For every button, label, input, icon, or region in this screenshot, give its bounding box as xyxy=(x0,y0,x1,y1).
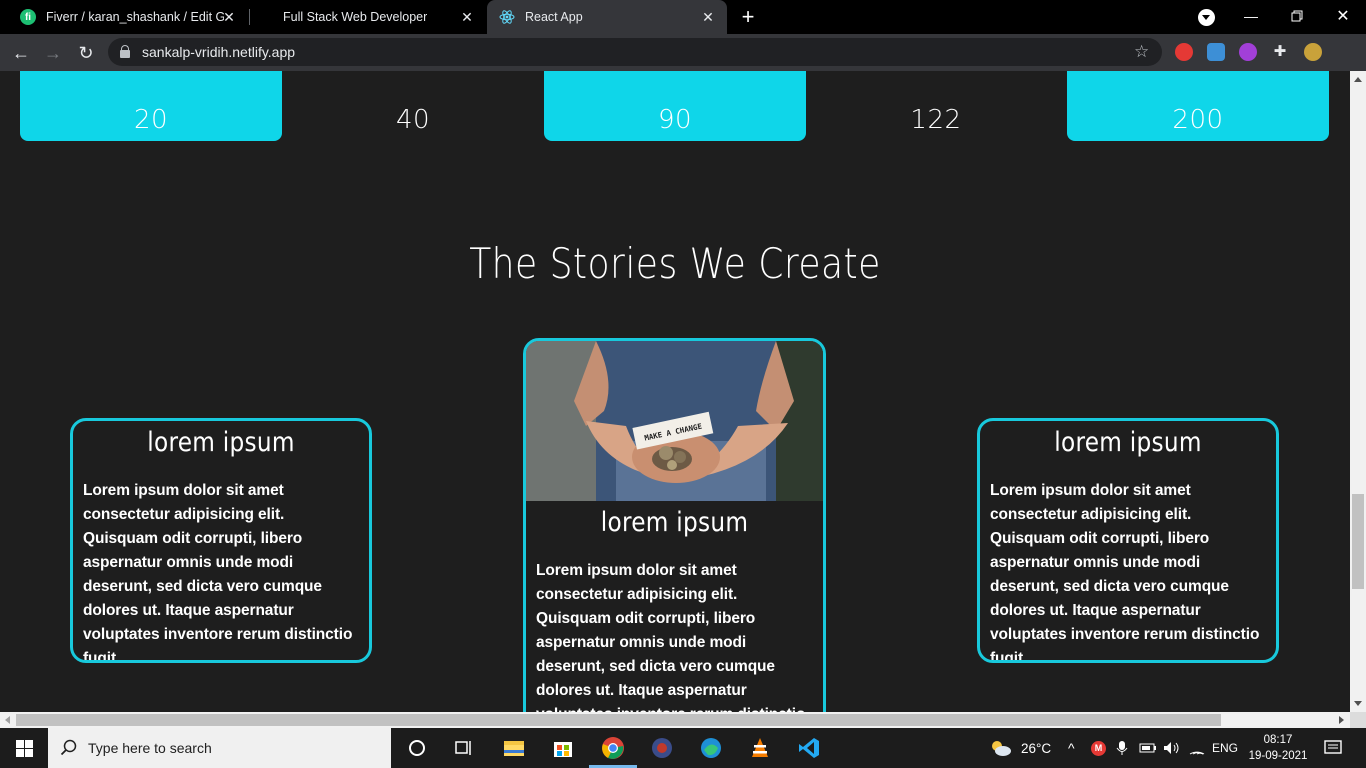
scroll-up-arrow-icon[interactable] xyxy=(1354,77,1362,82)
stat-number: 20 xyxy=(133,105,169,135)
story-card[interactable]: lorem ipsum Lorem ipsum dolor sit amet c… xyxy=(977,418,1279,663)
url-text[interactable]: sankalp-vridih.netlify.app xyxy=(142,44,295,60)
tab-fiverr[interactable]: fi Fiverr / karan_shashank / Edit Gig ✕ xyxy=(8,0,248,34)
tab-search-icon[interactable] xyxy=(1198,9,1215,26)
vertical-scrollbar[interactable] xyxy=(1350,71,1366,712)
close-icon[interactable]: ✕ xyxy=(460,10,474,24)
taskbar-search-box[interactable]: Type here to search xyxy=(48,728,391,768)
clock[interactable]: 08:17 19-09-2021 xyxy=(1248,732,1308,764)
profile-avatar[interactable] xyxy=(1304,43,1322,61)
tab-title: Fiverr / karan_shashank / Edit Gig xyxy=(46,10,224,24)
story-card-title: lorem ipsum xyxy=(600,507,749,538)
search-icon xyxy=(60,739,77,756)
cortana-icon[interactable] xyxy=(405,736,429,760)
vlc-icon[interactable] xyxy=(748,736,772,760)
close-icon[interactable]: ✕ xyxy=(222,10,236,24)
microphone-icon[interactable] xyxy=(1116,728,1128,768)
show-hidden-icons-chevron-icon[interactable]: ^ xyxy=(1068,728,1075,768)
fiverr-icon: fi xyxy=(20,9,36,25)
page-viewport: 20 40 90 122 200 The Stories We Create l… xyxy=(0,71,1350,712)
language-indicator[interactable]: ENG xyxy=(1212,728,1238,768)
scrollbar-thumb[interactable] xyxy=(16,714,1221,726)
close-icon[interactable]: ✕ xyxy=(701,10,715,24)
react-icon xyxy=(499,9,515,25)
tab-title: Full Stack Web Developer xyxy=(283,10,428,24)
horizontal-scrollbar[interactable] xyxy=(0,712,1350,728)
stat-card: 122 xyxy=(805,71,1067,141)
weather-widget[interactable]: 26°C xyxy=(990,728,1051,768)
story-card[interactable]: lorem ipsum Lorem ipsum dolor sit amet c… xyxy=(70,418,372,663)
scroll-left-arrow-icon[interactable] xyxy=(5,716,10,724)
story-card-image: MAKE A CHANGE xyxy=(526,341,823,501)
file-explorer-icon[interactable] xyxy=(502,736,526,760)
weather-cloud-icon xyxy=(992,741,1011,756)
tab-title: React App xyxy=(525,10,583,24)
vscode-icon[interactable] xyxy=(797,736,821,760)
scrollbar-thumb[interactable] xyxy=(1352,494,1364,589)
lock-icon[interactable] xyxy=(120,45,130,58)
section-title: The Stories We Create xyxy=(469,239,881,288)
tab-react-app[interactable]: React App ✕ xyxy=(487,0,727,34)
stat-number: 200 xyxy=(1172,105,1224,135)
notifications-icon[interactable] xyxy=(1324,728,1342,768)
adblock-extension-icon[interactable] xyxy=(1175,43,1193,61)
stat-card: 90 xyxy=(544,71,806,141)
stat-number: 40 xyxy=(395,105,431,135)
clock-date: 19-09-2021 xyxy=(1248,750,1308,762)
story-card-featured[interactable]: MAKE A CHANGE lorem ipsum Lorem ipsum do… xyxy=(523,338,826,712)
tab-strip: fi Fiverr / karan_shashank / Edit Gig ✕ … xyxy=(0,0,1366,34)
new-tab-button[interactable]: + xyxy=(738,6,758,28)
stat-number: 90 xyxy=(657,105,693,135)
weather-temperature: 26°C xyxy=(1021,740,1052,756)
back-button[interactable]: ← xyxy=(8,40,34,66)
forward-button[interactable]: → xyxy=(40,40,66,66)
stat-card: 20 xyxy=(20,71,282,141)
clock-time: 08:17 xyxy=(1263,734,1293,746)
chrome-icon[interactable] xyxy=(601,736,625,760)
tab-full-stack[interactable]: Full Stack Web Developer ✕ xyxy=(250,0,486,34)
battery-icon[interactable] xyxy=(1139,728,1157,768)
story-card-title: lorem ipsum xyxy=(1054,427,1202,458)
bookmark-star-icon[interactable]: ☆ xyxy=(1134,42,1149,62)
story-card-text: Lorem ipsum dolor sit amet consectetur a… xyxy=(990,482,1260,663)
reload-button[interactable]: ↻ xyxy=(73,40,99,66)
stat-number: 122 xyxy=(910,105,962,135)
stat-card: 40 xyxy=(282,71,544,141)
scroll-down-arrow-icon[interactable] xyxy=(1354,701,1362,706)
microsoft-store-icon[interactable] xyxy=(551,736,575,760)
volume-icon[interactable] xyxy=(1163,728,1181,768)
task-view-icon[interactable] xyxy=(452,736,476,760)
scroll-right-arrow-icon[interactable] xyxy=(1339,716,1344,724)
scrollbar-corner xyxy=(1350,712,1366,728)
extension-icon[interactable] xyxy=(1207,43,1225,61)
puzzle-extensions-icon[interactable]: ✚ xyxy=(1271,43,1289,61)
edge-icon[interactable] xyxy=(699,736,723,760)
windows-start-button[interactable] xyxy=(0,728,48,768)
wifi-icon[interactable] xyxy=(1189,728,1205,768)
story-card-title: lorem ipsum xyxy=(147,427,295,458)
hands-holding-coins-image: MAKE A CHANGE xyxy=(526,341,823,501)
search-placeholder: Type here to search xyxy=(88,740,212,756)
restore-button[interactable] xyxy=(1274,0,1320,32)
app-icon[interactable] xyxy=(650,736,674,760)
windows-taskbar: Type here to search 26°C ^ M ENG 08:17 1… xyxy=(0,728,1366,768)
tray-app-icon[interactable]: M xyxy=(1091,728,1106,768)
stat-card: 200 xyxy=(1067,71,1329,141)
minimize-button[interactable]: — xyxy=(1228,0,1274,32)
story-card-text: Lorem ipsum dolor sit amet consectetur a… xyxy=(83,482,353,663)
extension-icon[interactable] xyxy=(1239,43,1257,61)
close-window-button[interactable]: ✕ xyxy=(1320,0,1366,32)
story-card-text: Lorem ipsum dolor sit amet consectetur a… xyxy=(536,562,805,712)
